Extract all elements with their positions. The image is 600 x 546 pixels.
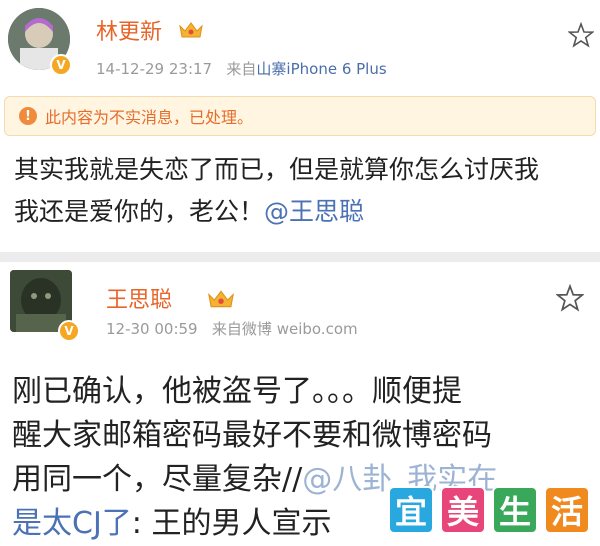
post-text-line-1: 其实我就是失恋了而已，但是就算你怎么讨厌我	[14, 155, 540, 184]
post-text-line-1: 刚已确认，他被盗号了。。。顺便提	[12, 374, 462, 409]
star-outline-icon[interactable]	[568, 22, 594, 48]
post-source[interactable]: 山寨iPhone 6 Plus	[256, 60, 386, 78]
notice-text: 此内容为不实消息，已处理。	[45, 108, 254, 127]
fake-news-notice: ! 此内容为不实消息，已处理。	[4, 96, 596, 136]
verified-v-icon: V	[58, 320, 80, 342]
mention-link[interactable]: @王思聪	[264, 197, 364, 226]
source-prefix: 来自	[226, 60, 257, 78]
post-text-line-3-body: 用同一个，尽量复杂//	[12, 462, 303, 497]
post-text-line-4-body: : 王的男人宣示	[131, 506, 332, 541]
post-meta: 14-12-29 23:17 来自山寨iPhone 6 Plus	[96, 58, 387, 79]
watermark-logo: 宜 美 生 活	[388, 486, 596, 538]
mention-link-continued[interactable]: 是太CJ了	[12, 506, 132, 541]
star-outline-icon[interactable]	[556, 284, 584, 312]
username[interactable]: 王思聪	[106, 282, 172, 314]
post-text-line-2-body: 我还是爱你的，老公！	[14, 197, 265, 226]
post-text-line-2: 我还是爱你的，老公！@王思聪	[14, 192, 364, 228]
post-text-line-2: 醒大家邮箱密码最好不要和微博密码	[12, 418, 492, 453]
weibo-post-1: V 林更新 14-12-29 23:17 来自山寨iPhone 6 Plus !…	[0, 0, 600, 252]
post-time: 12-30 00:59	[106, 320, 198, 338]
post-text-line-4: 是太CJ了: 王的男人宣示	[12, 498, 331, 542]
post-divider	[0, 252, 600, 262]
verified-v-icon: V	[50, 54, 72, 76]
watermark-char: 生	[492, 486, 538, 534]
post-meta: 12-30 00:59 来自微博 weibo.com	[106, 318, 358, 339]
source-prefix: 来自微博	[211, 320, 272, 338]
warning-icon: !	[19, 107, 37, 125]
watermark-char: 宜	[388, 486, 434, 534]
watermark-char: 活	[544, 486, 590, 534]
watermark-char: 美	[440, 486, 486, 534]
post-source[interactable]: weibo.com	[277, 320, 358, 338]
username[interactable]: 林更新	[96, 14, 162, 46]
crown-icon	[208, 290, 234, 308]
crown-icon	[179, 22, 203, 38]
post-time: 14-12-29 23:17	[96, 60, 213, 78]
